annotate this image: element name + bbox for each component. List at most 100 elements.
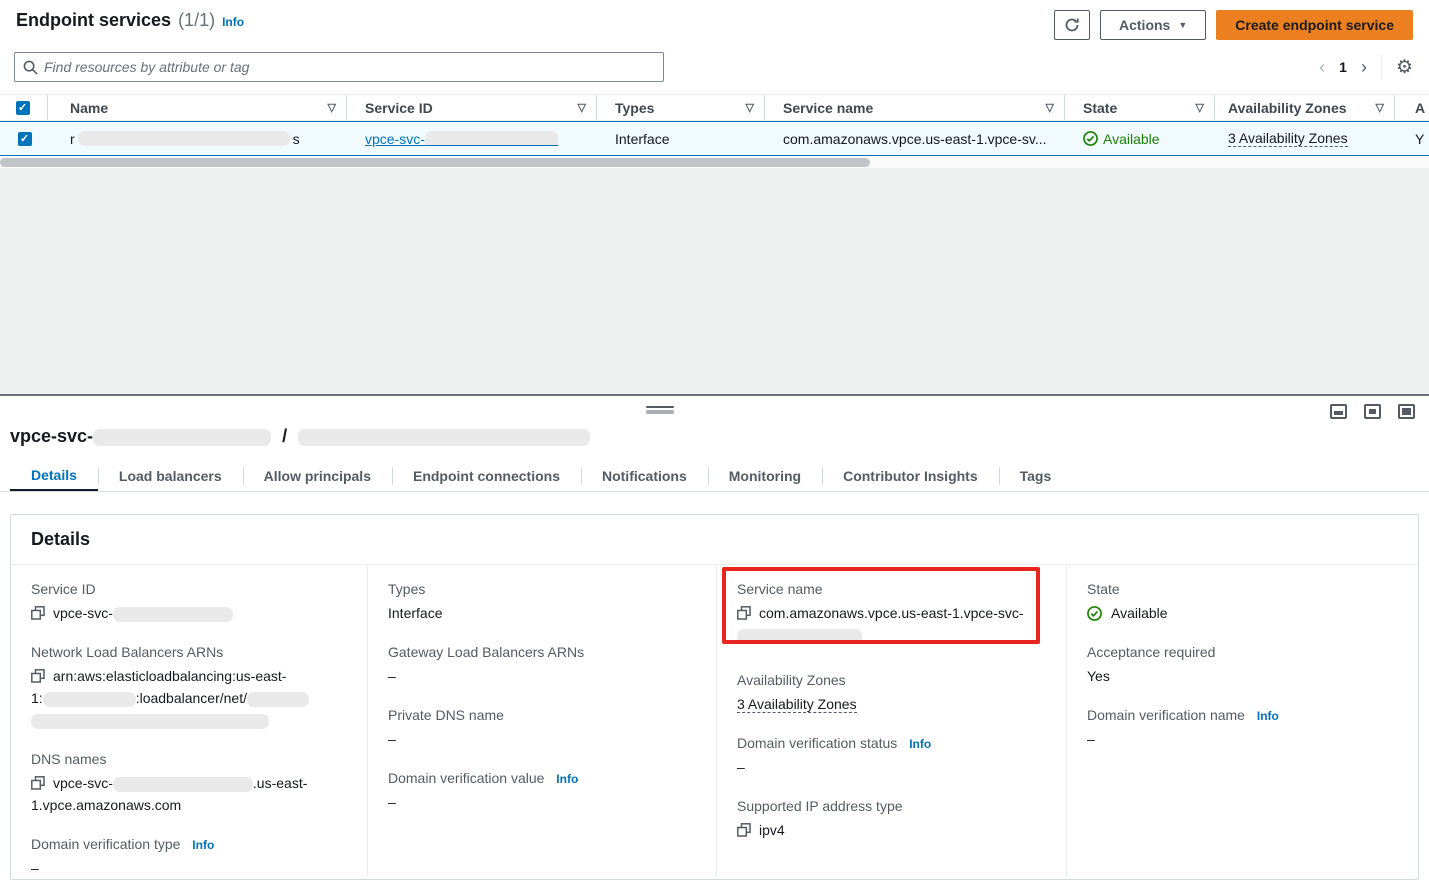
actions-button[interactable]: Actions ▼ [1100,10,1206,40]
column-header-state[interactable]: State ▽ [1065,95,1215,120]
private-dns-name-label: Private DNS name [388,707,696,723]
glb-arns-value: – [388,665,696,687]
endpoint-services-panel: Endpoint services (1/1) Info Actions ▼ C… [0,0,1429,168]
refresh-icon [1064,17,1080,33]
pagination-next-icon[interactable]: › [1361,58,1367,76]
column-header-service-name[interactable]: Service name ▽ [765,95,1065,120]
panel-position-bottom-icon[interactable] [1330,404,1347,419]
availability-zones-popover-trigger[interactable]: 3 Availability Zones [737,696,857,713]
resource-count: (1/1) [178,10,215,31]
panel-position-maximize-icon[interactable] [1398,404,1415,419]
row-name-cell: r s [48,122,347,155]
availability-zones-label: Availability Zones [737,672,1046,688]
copy-icon[interactable] [737,606,751,620]
check-circle-icon [1083,131,1098,146]
tab-details[interactable]: Details [10,460,98,491]
column-header-types[interactable]: Types ▽ [597,95,765,120]
create-button-label: Create endpoint service [1235,17,1394,33]
tab-notifications[interactable]: Notifications [581,460,708,491]
search-box[interactable] [14,52,664,82]
domain-verification-type-info-link[interactable]: Info [192,838,214,852]
tab-endpoint-connections[interactable]: Endpoint connections [392,460,581,491]
column-header-availability-zones[interactable]: Availability Zones ▽ [1215,95,1395,120]
filter-icon[interactable]: ▽ [1046,101,1054,114]
details-column-3: Service name com.amazonaws.vpce.us-east-… [717,565,1067,876]
domain-verification-status-label: Domain verification status Info [737,735,1046,751]
domain-verification-type-value: – [31,857,347,879]
row-service-name-cell: com.amazonaws.vpce.us-east-1.vpce-sv... [765,122,1065,155]
types-value: Interface [388,602,696,624]
tab-contributor-insights[interactable]: Contributor Insights [822,460,999,491]
redacted-service-name-id [737,629,862,644]
redacted-service-id [113,607,233,622]
service-id-label: Service ID [31,581,347,597]
domain-verification-value: – [388,791,696,813]
nlb-arns-label: Network Load Balancers ARNs [31,644,347,660]
column-header-name[interactable]: Name ▽ [48,95,347,120]
domain-verification-status-info-link[interactable]: Info [909,737,931,751]
split-panel-title: vpce-svc- / [10,426,590,447]
tab-tags[interactable]: Tags [999,460,1073,491]
search-input[interactable] [44,59,655,75]
domain-verification-type-label: Domain verification type Info [31,836,347,852]
table-header-row: Name ▽ Service ID ▽ Types ▽ Service name… [0,94,1429,121]
tab-monitoring[interactable]: Monitoring [708,460,822,491]
domain-verification-name-info-link[interactable]: Info [1257,709,1279,723]
details-heading: Details [11,515,1418,565]
endpoint-services-table: Name ▽ Service ID ▽ Types ▽ Service name… [0,94,1429,168]
row-service-id-cell: vpce-svc- [347,122,597,155]
domain-verification-value-info-link[interactable]: Info [556,772,578,786]
filter-icon[interactable]: ▽ [746,101,754,114]
copy-icon[interactable] [31,776,45,790]
service-name-label: Service name [737,581,1046,597]
header-select-all-cell [0,95,48,120]
copy-icon[interactable] [31,669,45,683]
search-icon [23,60,38,75]
title-info-link[interactable]: Info [222,15,244,29]
copy-icon[interactable] [737,823,751,837]
filter-icon[interactable]: ▽ [1376,101,1384,114]
refresh-button[interactable] [1054,10,1090,40]
redacted-service-id [425,131,558,146]
acceptance-required-label: Acceptance required [1087,644,1398,660]
table-row[interactable]: r s vpce-svc- Interface com.amazonaws.vp… [0,121,1429,156]
redacted-service-id [93,429,271,446]
domain-verification-name-value: – [1087,728,1398,750]
details-card: Details Service ID vpce-svc- Network Loa… [10,514,1419,880]
create-endpoint-service-button[interactable]: Create endpoint service [1216,10,1413,40]
details-column-2: Types Interface Gateway Load Balancers A… [368,565,717,876]
filter-icon[interactable]: ▽ [578,101,586,114]
types-label: Types [388,581,696,597]
caret-down-icon: ▼ [1178,20,1187,30]
filter-icon[interactable]: ▽ [1196,101,1204,114]
row-checkbox[interactable] [18,132,32,146]
row-types-cell: Interface [597,122,765,155]
dns-names-label: DNS names [31,751,347,767]
private-dns-name-value: – [388,728,696,750]
pagination-current-page[interactable]: 1 [1339,59,1347,75]
tab-load-balancers[interactable]: Load balancers [98,460,243,491]
state-value: Available [1087,602,1398,624]
row-state-cell: Available [1065,122,1215,155]
redacted-dns-id [113,777,253,792]
redacted-endpoint-name [298,429,590,446]
check-circle-icon [1087,606,1102,621]
supported-ip-type-label: Supported IP address type [737,798,1046,814]
panel-position-split-icon[interactable] [1364,404,1381,419]
column-header-acceptance[interactable]: A [1395,95,1429,120]
select-all-checkbox[interactable] [16,101,30,115]
tab-allow-principals[interactable]: Allow principals [243,460,392,491]
horizontal-scrollbar [0,157,1429,168]
pagination-prev-icon[interactable]: ‹ [1319,58,1325,76]
service-id-link[interactable]: vpce-svc- [365,131,425,147]
horizontal-scrollbar-thumb[interactable] [0,158,870,167]
availability-zones-popover-trigger[interactable]: 3 Availability Zones [1228,130,1348,147]
column-header-service-id[interactable]: Service ID ▽ [347,95,597,120]
filter-icon[interactable]: ▽ [328,101,336,114]
copy-icon[interactable] [31,606,45,620]
pagination-divider [1381,55,1382,79]
domain-verification-name-label: Domain verification name Info [1087,707,1398,723]
details-column-4: State Available Acceptance required Yes [1067,565,1418,876]
split-panel-drag-handle[interactable] [646,406,674,414]
settings-gear-icon[interactable]: ⚙ [1396,58,1413,77]
